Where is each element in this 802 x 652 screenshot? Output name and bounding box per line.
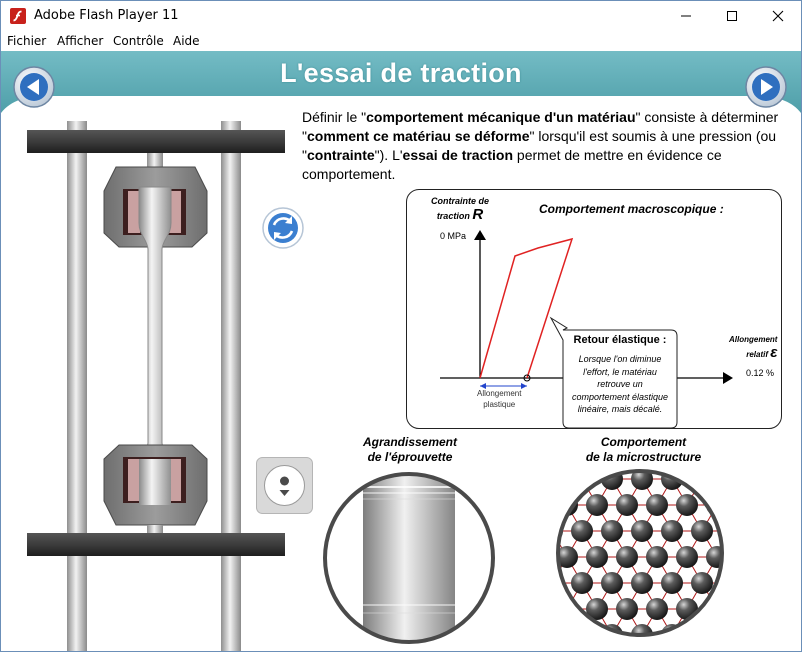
atom <box>661 520 683 542</box>
lower-crosshead <box>27 533 285 556</box>
window-title: Adobe Flash Player 11 <box>34 8 179 23</box>
atomic-bond <box>558 608 568 635</box>
atom <box>571 520 593 542</box>
atomic-bond <box>686 634 703 635</box>
page-title: L'essai de traction <box>280 58 522 88</box>
specimen-magnify-title: Agrandissement de l'éprouvette <box>362 435 458 464</box>
atom <box>586 546 608 568</box>
atom <box>631 520 653 542</box>
atomic-bond <box>701 608 718 635</box>
atom <box>601 572 623 594</box>
atom <box>586 494 608 516</box>
menu-afficher[interactable]: Afficher <box>57 34 103 48</box>
refresh-icon[interactable] <box>262 207 304 249</box>
close-icon <box>772 10 784 22</box>
play-icon[interactable] <box>256 457 313 514</box>
flash-icon <box>10 8 26 24</box>
callout-title: Retour élastique : <box>573 334 667 346</box>
atom <box>646 494 668 516</box>
tensile-machine-illustration <box>27 121 285 651</box>
atomic-bond <box>566 634 583 635</box>
atom <box>691 471 713 490</box>
menu-fichier[interactable]: Fichier <box>7 34 46 48</box>
atom <box>571 572 593 594</box>
previous-button[interactable] <box>13 66 55 108</box>
atom <box>616 494 638 516</box>
microstructure-title: Comportement de la microstructure <box>585 435 702 464</box>
atom <box>691 624 713 635</box>
atomic-bond <box>671 634 688 635</box>
flash-stage: L'essai de traction Définir le "comporte… <box>1 51 801 651</box>
atomic-bond <box>701 634 718 635</box>
atom <box>706 598 722 620</box>
stress-strain-curve <box>479 237 574 379</box>
atom <box>661 572 683 594</box>
atom <box>601 520 623 542</box>
atomic-bond <box>566 471 583 480</box>
atomic-bond <box>558 471 568 480</box>
upper-crosshead <box>27 130 285 153</box>
minimize-icon <box>681 15 691 17</box>
atom <box>721 624 722 635</box>
maximize-icon <box>727 11 737 21</box>
right-column <box>221 121 241 651</box>
atom <box>631 572 653 594</box>
x-axis-arrow <box>723 372 733 384</box>
atom <box>616 598 638 620</box>
stress-strain-chart: Contrainte de traction R Comportement ma… <box>406 189 782 429</box>
atom <box>646 598 668 620</box>
y-axis-arrow <box>474 230 486 240</box>
menu-bar: Fichier Afficher Contrôle Aide <box>1 31 801 51</box>
menu-aide[interactable]: Aide <box>173 34 200 48</box>
atom <box>571 624 593 635</box>
atom <box>676 546 698 568</box>
atom <box>721 572 722 594</box>
atomic-bond <box>656 634 673 635</box>
atom <box>616 546 638 568</box>
atomic-bond <box>701 471 718 480</box>
minimize-button[interactable] <box>663 1 709 31</box>
atomic-bond <box>716 582 722 610</box>
atom <box>558 624 563 635</box>
title-bar: Adobe Flash Player 11 <box>1 1 801 31</box>
left-column <box>67 121 87 651</box>
atomic-bond <box>558 478 568 506</box>
atomic-bond <box>716 471 722 480</box>
atomic-bond <box>581 471 598 480</box>
atomic-bond <box>716 478 722 506</box>
intro-paragraph: Définir le "comportement mécanique d'un … <box>302 109 779 182</box>
atomic-bond <box>596 634 613 635</box>
atom <box>646 546 668 568</box>
atomic-bond <box>716 608 722 635</box>
left-arrow-icon <box>13 66 55 108</box>
right-arrow-icon <box>745 66 787 108</box>
atomic-bond <box>716 634 722 635</box>
specimen-magnify-view <box>323 472 495 644</box>
callout-body: Lorsque l'on diminue l'effort, le matéri… <box>571 354 669 414</box>
atomic-bond <box>581 634 598 635</box>
maximize-button[interactable] <box>709 1 755 31</box>
atomic-bond <box>566 608 583 635</box>
close-button[interactable] <box>755 1 801 31</box>
atom <box>676 494 698 516</box>
atom <box>691 572 713 594</box>
menu-controle[interactable]: Contrôle <box>113 34 164 48</box>
microstructure-view <box>556 469 724 637</box>
atomic-bond <box>558 634 568 635</box>
atom <box>691 520 713 542</box>
atom <box>721 471 722 490</box>
atomic-bond <box>686 471 703 480</box>
next-button[interactable] <box>745 66 787 108</box>
atom <box>558 471 563 490</box>
